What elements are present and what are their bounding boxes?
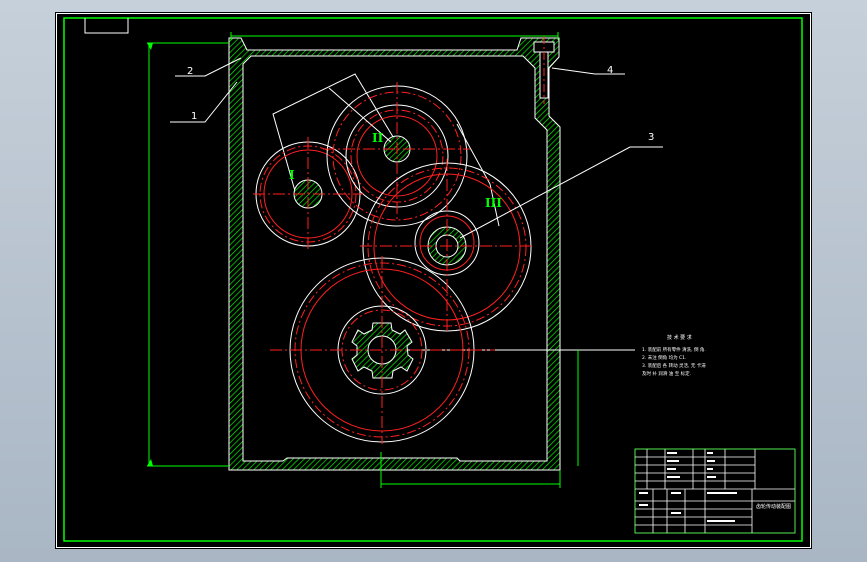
leader-label-4: 4: [607, 65, 613, 76]
housing-wall: [228, 37, 561, 471]
cad-viewport[interactable]: 1 2 3 4 I II III 技 术 要 求 1. 装配前 所有零件 清洗,…: [55, 12, 812, 549]
tech-notes-title: 技 术 要 求: [667, 334, 692, 341]
shaft-label-I: I: [289, 168, 295, 182]
leader-label-2: 2: [187, 66, 193, 77]
assembly-drawing: 1 2 3 4 I II III 技 术 要 求 1. 装配前 所有零件 清洗,…: [56, 13, 811, 548]
tech-notes: 技 术 要 求 1. 装配前 所有零件 清洗, 倒 角. 2. 未注 倒角 均为…: [642, 334, 706, 377]
shaft-label-III: III: [485, 196, 502, 210]
leader-label-1: 1: [191, 111, 197, 122]
leader-lines: [170, 57, 663, 239]
shaft-label-II: II: [372, 131, 384, 145]
dimensions: [147, 32, 635, 488]
dimension-arrows: [147, 43, 153, 466]
tech-notes-line-2: 2. 未注 倒角 均为 C1.: [642, 354, 686, 361]
tech-notes-line-3: 3. 装配后 各 转动 灵活, 无 卡滞: [642, 362, 706, 369]
leader-labels: 1 2 3 4: [187, 65, 654, 143]
tech-notes-line-1: 1. 装配前 所有零件 清洗, 倒 角.: [642, 346, 706, 353]
tech-notes-line-4: 及时 补 润滑 油 至 标定.: [642, 370, 691, 377]
leader-label-3: 3: [648, 132, 654, 143]
drawing-name: 齿轮传动装配图: [756, 503, 791, 510]
title-block-glyph-marks: [639, 452, 737, 522]
corner-tag: [84, 18, 129, 34]
